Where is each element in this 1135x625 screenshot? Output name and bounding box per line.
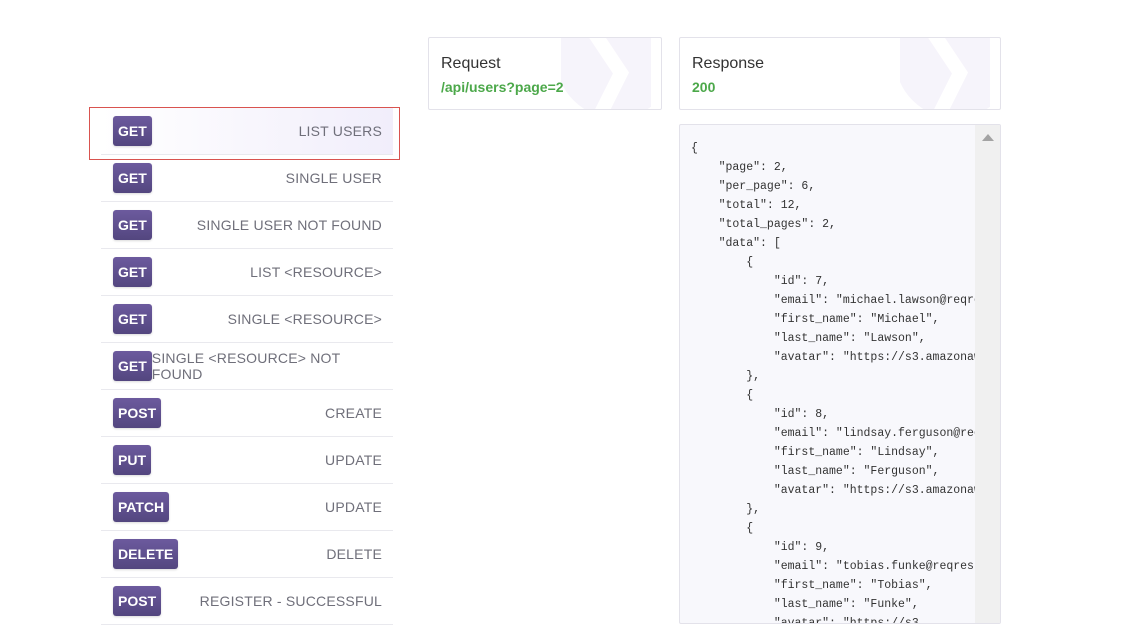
code-line: "last_name": "Ferguson", xyxy=(691,465,940,478)
endpoint-label: LIST USERS xyxy=(298,123,382,139)
logo-watermark-icon xyxy=(900,38,990,109)
request-title: Request xyxy=(441,55,501,72)
code-line: "last_name": "Funke", xyxy=(691,598,919,611)
code-line: "total_pages": 2, xyxy=(691,218,836,231)
endpoint-item[interactable]: GET LIST <RESOURCE> xyxy=(101,249,393,296)
endpoint-item[interactable]: POST CREATE xyxy=(101,390,393,437)
code-line: }, xyxy=(691,503,761,516)
code-line: { xyxy=(691,389,754,402)
endpoint-item[interactable]: GET LIST USERS xyxy=(89,107,400,160)
code-line: }, xyxy=(691,370,761,383)
request-url: /api/users?page=2 xyxy=(441,79,564,95)
code-line: "avatar": "https://s3. xyxy=(691,617,926,624)
endpoint-label: SINGLE USER NOT FOUND xyxy=(196,217,382,233)
endpoint-label: CREATE xyxy=(325,405,382,421)
code-line: "first_name": "Lindsay", xyxy=(691,446,940,459)
endpoint-label: SINGLE <RESOURCE> NOT FOUND xyxy=(151,350,341,382)
code-line: { xyxy=(691,256,754,269)
code-line: { xyxy=(691,142,698,155)
method-badge: GET xyxy=(113,351,152,381)
endpoint-label: REGISTER - SUCCESSFUL xyxy=(199,593,382,609)
code-line: "id": 8, xyxy=(691,408,830,421)
scrollbar[interactable] xyxy=(975,125,1000,623)
endpoint-label: SINGLE USER xyxy=(285,170,382,186)
code-line: "first_name": "Michael", xyxy=(691,313,940,326)
response-body-code: { "page": 2, "per_page": 6, "total": 12,… xyxy=(691,139,975,624)
scroll-up-arrow-icon[interactable] xyxy=(982,134,994,141)
response-body-panel[interactable]: { "page": 2, "per_page": 6, "total": 12,… xyxy=(679,124,1001,624)
method-badge: GET xyxy=(113,116,152,146)
endpoint-item[interactable]: GET SINGLE <RESOURCE> NOT FOUND xyxy=(101,343,393,390)
endpoint-item[interactable]: GET SINGLE <RESOURCE> xyxy=(101,296,393,343)
method-badge: GET xyxy=(113,304,152,334)
endpoint-item[interactable]: PUT UPDATE xyxy=(101,437,393,484)
code-line: "email": "michael.lawson@reqres xyxy=(691,294,975,307)
method-badge: PATCH xyxy=(113,492,170,522)
code-line: "data": [ xyxy=(691,237,781,250)
response-card: Response 200 xyxy=(679,37,1001,110)
endpoint-item[interactable]: GET SINGLE USER xyxy=(101,155,393,202)
code-line: "per_page": 6, xyxy=(691,180,816,193)
endpoint-label: SINGLE <RESOURCE> xyxy=(227,311,382,327)
endpoint-label: LIST <RESOURCE> xyxy=(250,264,382,280)
endpoint-label: DELETE xyxy=(326,546,382,562)
method-badge: PUT xyxy=(113,445,151,475)
response-status-code: 200 xyxy=(692,79,716,95)
method-badge: GET xyxy=(113,257,152,287)
code-line: "email": "lindsay.ferguson@reqr xyxy=(691,427,975,440)
code-line: "id": 7, xyxy=(691,275,830,288)
code-line: "total": 12, xyxy=(691,199,802,212)
logo-watermark-icon xyxy=(561,38,651,109)
endpoint-list: GET LIST USERS GET SINGLE USER GET SINGLE USE… xyxy=(89,107,400,625)
method-badge: DELETE xyxy=(113,539,179,569)
method-badge: POST xyxy=(113,398,162,428)
response-title: Response xyxy=(692,55,765,72)
method-badge: GET xyxy=(113,210,152,240)
request-card: Request /api/users?page=2 xyxy=(428,37,662,110)
code-line: { xyxy=(691,522,754,535)
code-line: "id": 9, xyxy=(691,541,830,554)
code-line: "page": 2, xyxy=(691,161,788,174)
code-line: "email": "tobias.funke@reqres.i xyxy=(691,560,975,573)
endpoint-item[interactable]: GET SINGLE USER NOT FOUND xyxy=(101,202,393,249)
endpoint-item[interactable]: PATCH UPDATE xyxy=(101,484,393,531)
endpoint-label: UPDATE xyxy=(325,452,382,468)
code-line: "avatar": "https://s3.amazonaws xyxy=(691,484,975,497)
code-line: "avatar": "https://s3.amazonaws xyxy=(691,351,975,364)
code-line: "first_name": "Tobias", xyxy=(691,579,933,592)
endpoint-label: UPDATE xyxy=(325,499,382,515)
code-line: "last_name": "Lawson", xyxy=(691,332,926,345)
method-badge: GET xyxy=(113,163,152,193)
method-badge: POST xyxy=(113,586,162,616)
endpoint-item[interactable]: DELETE DELETE xyxy=(101,531,393,578)
